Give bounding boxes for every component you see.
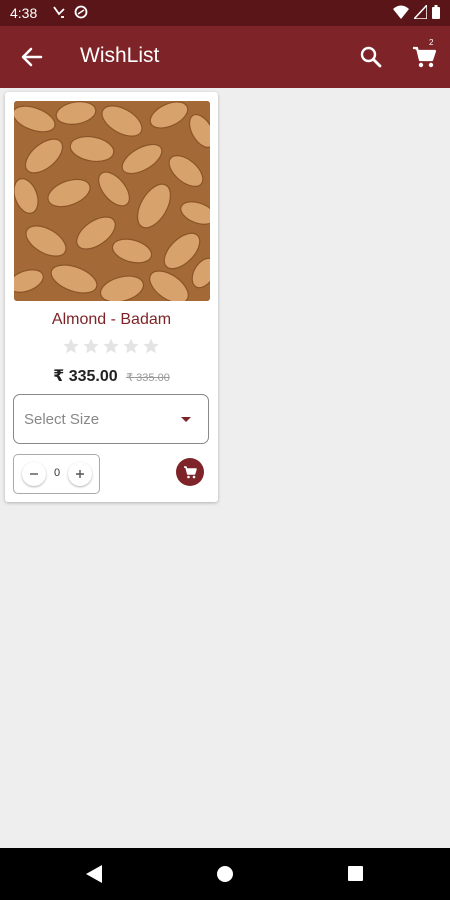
app-bar: WishList 2 xyxy=(0,26,450,88)
recents-square-icon[interactable] xyxy=(348,866,363,881)
status-time: 4:38 xyxy=(10,5,38,21)
quantity-value: 0 xyxy=(53,467,61,479)
status-left-icons xyxy=(52,5,88,19)
signal-icon xyxy=(414,5,427,19)
cart-count-badge: 2 xyxy=(429,38,434,47)
cart-icon xyxy=(184,466,197,479)
minus-icon xyxy=(30,473,38,475)
price-row: ₹ 335.00 ₹ 335.00 xyxy=(5,366,218,386)
home-circle-icon[interactable] xyxy=(217,866,233,882)
increase-quantity-button[interactable] xyxy=(68,462,92,486)
battery-icon xyxy=(432,5,440,19)
add-to-cart-button[interactable] xyxy=(176,458,204,486)
star-icon xyxy=(143,338,159,354)
missed-call-icon xyxy=(53,6,65,18)
product-old-price: ₹ 335.00 xyxy=(126,372,170,384)
system-nav-bar xyxy=(0,848,450,900)
quantity-stepper: 0 xyxy=(13,454,100,494)
almond-image xyxy=(14,101,210,301)
back-triangle-icon[interactable] xyxy=(86,865,102,883)
status-bar: 4:38 xyxy=(0,0,450,26)
data-saver-icon xyxy=(74,5,88,19)
size-select[interactable]: Select Size xyxy=(13,394,209,444)
wifi-icon xyxy=(393,5,409,19)
star-icon xyxy=(103,338,119,354)
status-right-icons xyxy=(393,5,440,19)
star-rating xyxy=(62,337,162,357)
product-price: ₹ 335.00 xyxy=(53,368,118,385)
size-select-placeholder: Select Size xyxy=(24,411,100,428)
plus-icon xyxy=(76,470,84,478)
star-icon xyxy=(63,338,79,354)
star-icon xyxy=(123,338,139,354)
dropdown-arrow-icon xyxy=(181,417,191,422)
page-title: WishList xyxy=(80,44,160,67)
product-card[interactable]: Almond - Badam ₹ 335.00 ₹ 335.00 Select … xyxy=(5,92,218,502)
back-button[interactable] xyxy=(16,44,46,70)
star-icon xyxy=(83,338,99,354)
product-name[interactable]: Almond - Badam xyxy=(5,311,218,329)
decrease-quantity-button[interactable] xyxy=(22,462,46,486)
arrow-back-icon xyxy=(21,47,43,67)
search-icon xyxy=(360,46,382,68)
cart-button[interactable] xyxy=(410,44,438,70)
product-image[interactable] xyxy=(14,101,210,301)
cart-icon xyxy=(413,46,437,68)
search-button[interactable] xyxy=(358,44,384,70)
